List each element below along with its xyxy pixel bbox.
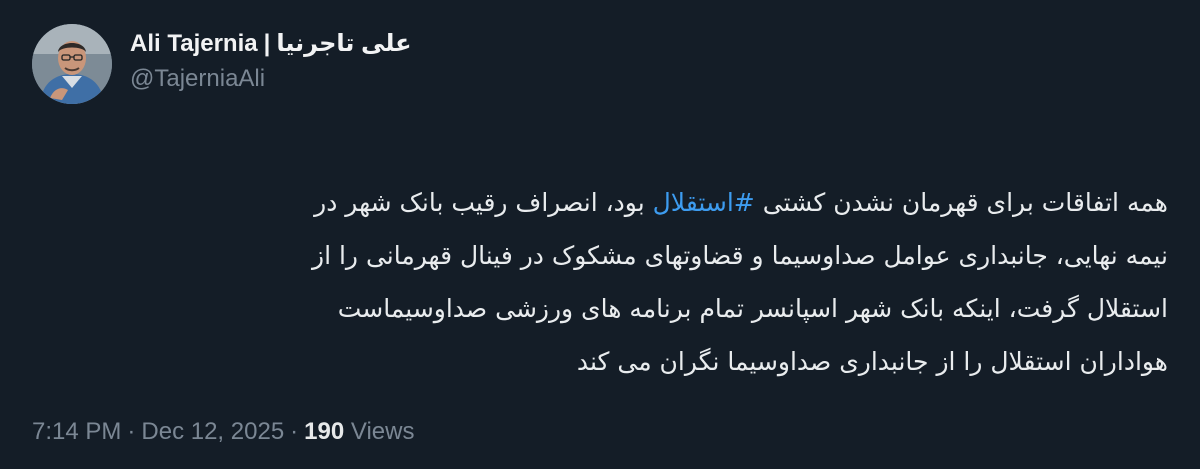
author-name: Ali Tajernia (130, 30, 258, 57)
profile-photo-icon (32, 24, 112, 104)
tweet-text-segment: بود، انصراف رقیب بانک شهر در (314, 188, 653, 217)
tweet-text-segment: همه اتفاقات برای قهرمان نشدن کشتی (754, 188, 1168, 217)
hashtag-link[interactable]: #استقلال (653, 188, 755, 217)
tweet-line-3: استقلال گرفت، اینکه بانک شهر اسپانسر تما… (337, 294, 1168, 323)
name-separator: | (263, 30, 271, 57)
author-name-fa: علی تاجرنیا (276, 30, 412, 57)
views-label: Views (350, 418, 415, 445)
meta-dot: · (127, 418, 136, 445)
views-count: 190 (304, 418, 345, 445)
tweet-meta: 7:14 PM · Dec 12, 2025 · 190 Views (32, 416, 414, 448)
tweet-line-4: هواداران استقلال را از جانبداری صداوسیما… (576, 347, 1168, 376)
author-handle[interactable]: @TajerniaAli (130, 64, 412, 94)
tweet-line-1: همه اتفاقات برای قهرمان نشدن کشتی #استقل… (48, 176, 1168, 229)
tweet-date[interactable]: Dec 12, 2025 (141, 418, 284, 445)
meta-dot: · (290, 418, 299, 445)
tweet-line-2: نیمه نهایی، جانبداری عوامل صداوسیما و قض… (312, 241, 1168, 270)
display-name[interactable]: Ali Tajernia | علی تاجرنیا (130, 28, 412, 60)
tweet-text: همه اتفاقات برای قهرمان نشدن کشتی #استقل… (48, 176, 1168, 388)
tweet-time[interactable]: 7:14 PM (32, 418, 121, 445)
author-block: Ali Tajernia | علی تاجرنیا @TajerniaAli (130, 28, 412, 94)
avatar[interactable] (32, 24, 112, 104)
tweet-card: Ali Tajernia | علی تاجرنیا @TajerniaAli … (0, 0, 1200, 469)
